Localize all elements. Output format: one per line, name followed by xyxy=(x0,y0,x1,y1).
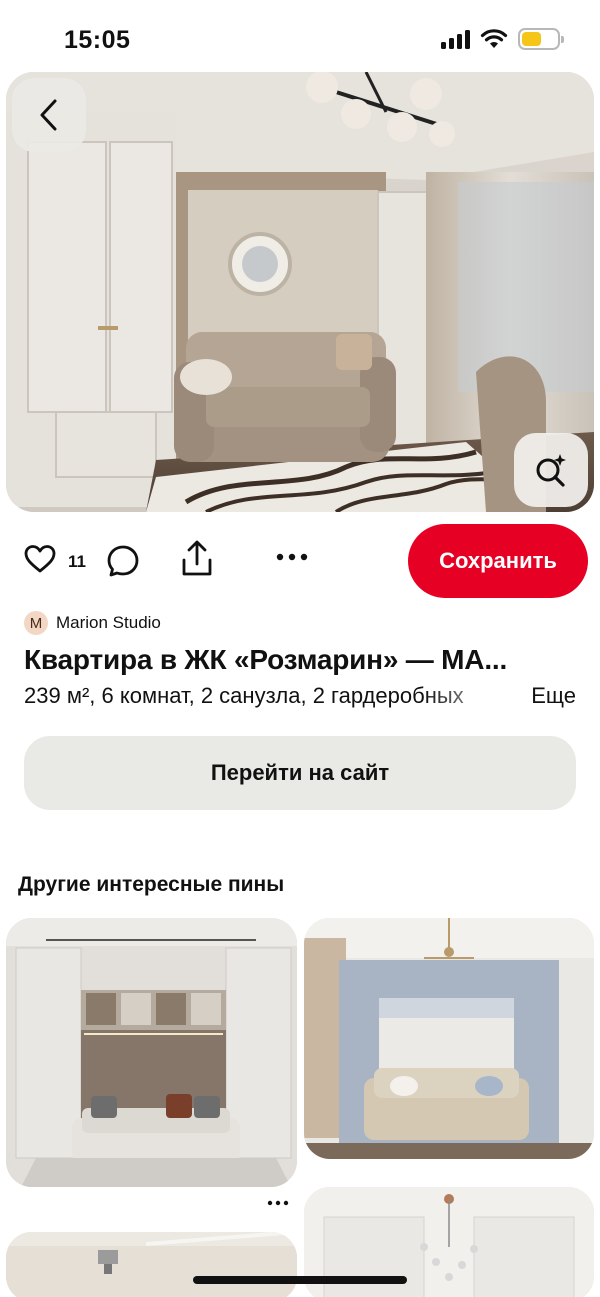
expand-description-link[interactable]: Еще xyxy=(531,683,576,709)
chevron-left-icon xyxy=(40,99,57,131)
back-button[interactable] xyxy=(12,78,86,152)
author-name[interactable]: Marion Studio xyxy=(56,613,161,633)
related-pin[interactable] xyxy=(304,918,594,1159)
battery-level xyxy=(522,32,541,46)
pin-description-row: 239 м², 6 комнат, 2 санузла, 2 гардеробн… xyxy=(24,683,580,715)
pin-thumbnail xyxy=(304,918,594,1159)
pin-thumbnail xyxy=(6,918,297,1187)
pin-action-row: 11 Сохранить xyxy=(0,522,600,600)
related-pin[interactable] xyxy=(6,1232,297,1297)
share-icon[interactable] xyxy=(180,540,214,578)
related-pins-heading: Другие интересные пины xyxy=(18,873,285,896)
related-pin[interactable] xyxy=(6,918,297,1187)
status-time: 15:05 xyxy=(64,26,131,54)
home-indicator[interactable] xyxy=(193,1276,407,1284)
more-horizontal-icon[interactable] xyxy=(275,552,309,562)
lens-sparkle-icon xyxy=(536,454,566,487)
author-row[interactable]: M Marion Studio xyxy=(24,611,161,635)
pin-image[interactable] xyxy=(6,72,594,512)
more-horizontal-icon[interactable] xyxy=(267,1200,289,1206)
comment-icon[interactable] xyxy=(106,544,140,578)
cellular-signal-icon xyxy=(441,29,470,49)
pin-title: Квартира в ЖК «Розмарин» — МА... xyxy=(24,644,508,675)
status-bar: 15:05 xyxy=(0,0,600,72)
like-count: 11 xyxy=(68,552,86,571)
visual-search-button[interactable] xyxy=(514,433,588,507)
wifi-icon xyxy=(480,29,508,48)
avatar[interactable]: M xyxy=(24,611,48,635)
heart-icon[interactable] xyxy=(24,544,56,574)
pin-description: 239 м², 6 комнат, 2 санузла, 2 гардеробн… xyxy=(24,683,464,708)
visit-site-button[interactable]: Перейти на сайт xyxy=(24,736,576,810)
pin-thumbnail xyxy=(6,1232,297,1297)
status-icons xyxy=(441,28,564,50)
living-room-image xyxy=(6,72,594,512)
battery-icon xyxy=(518,28,564,50)
save-button[interactable]: Сохранить xyxy=(408,524,588,598)
